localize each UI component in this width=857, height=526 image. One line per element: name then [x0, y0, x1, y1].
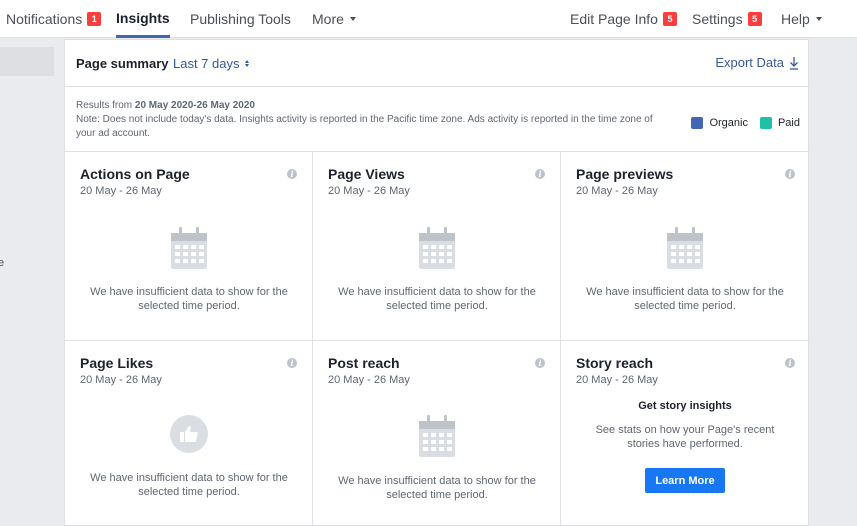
info-icon[interactable]: i [287, 358, 297, 368]
nav-publishing-tools-label: Publishing Tools [190, 11, 291, 27]
info-icon[interactable]: i [785, 169, 795, 179]
nav-insights[interactable]: Insights [116, 0, 170, 38]
legend-swatch-organic [691, 117, 704, 129]
results-info: Results from 20 May 2020-26 May 2020 Not… [65, 87, 810, 152]
results-note: Note: Does not include today's data. Ins… [76, 114, 653, 139]
sidebar-selected-item[interactable] [0, 47, 54, 76]
calendar-icon [171, 227, 207, 269]
chevron-down-icon [349, 17, 356, 21]
results-prefix: Results from [76, 100, 135, 111]
card-title: Page Likes [80, 355, 154, 371]
card-story-reach: Story reach 20 May - 26 May i Get story … [561, 341, 810, 526]
info-icon[interactable]: i [287, 169, 297, 179]
empty-state-message: We have insufficient data to show for th… [90, 472, 288, 498]
nav-more-label: More [312, 11, 344, 27]
card-page-previews: Page previews 20 May - 26 May i We have … [561, 152, 810, 341]
card-date: 20 May - 26 May [328, 374, 410, 386]
nav-help-label: Help [781, 11, 810, 27]
settings-badge: 5 [747, 12, 762, 26]
empty-state-message: We have insufficient data to show for th… [90, 286, 288, 312]
calendar-icon [419, 227, 455, 269]
card-title: Page previews [576, 166, 674, 182]
nav-notifications[interactable]: Notifications 1 [6, 0, 102, 38]
nav-help[interactable]: Help [781, 0, 822, 38]
card-title: Page Views [328, 166, 405, 182]
nav-insights-label: Insights [116, 9, 170, 26]
nav-settings[interactable]: Settings 5 [692, 0, 762, 38]
chevron-down-icon [815, 17, 822, 21]
empty-state-message: We have insufficient data to show for th… [338, 286, 536, 312]
results-range: 20 May 2020-26 May 2020 [134, 100, 255, 111]
thumbs-up-icon [170, 415, 208, 453]
story-insights-heading: Get story insights [638, 400, 732, 412]
card-post-reach: Post reach 20 May - 26 May i We have ins… [313, 341, 561, 526]
info-icon[interactable]: i [785, 358, 795, 368]
nav-edit-page-info-label: Edit Page Info [570, 11, 658, 27]
nav-more[interactable]: More [312, 0, 356, 38]
legend-organic: Organic [691, 117, 748, 129]
card-title: Actions on Page [80, 166, 190, 182]
calendar-icon [419, 415, 455, 457]
date-range-selector[interactable]: Last 7 days [173, 56, 249, 71]
card-page-likes: Page Likes 20 May - 26 May i We have ins… [65, 341, 313, 526]
card-page-views: Page Views 20 May - 26 May i We have ins… [313, 152, 561, 341]
card-title: Post reach [328, 355, 400, 371]
learn-more-button[interactable]: Learn More [645, 468, 725, 493]
edit-page-info-badge: 5 [662, 12, 677, 26]
sidebar-text-fragment: e [0, 257, 5, 269]
empty-state-message: We have insufficient data to show for th… [586, 286, 784, 312]
story-insights-text: See stats on how your Page's recent stor… [595, 424, 775, 450]
summary-header: Page summary Last 7 days Export Data [65, 40, 810, 87]
sort-arrows-icon [244, 60, 249, 67]
chart-legend: Organic Paid [679, 117, 800, 129]
page-summary-title: Page summary [76, 56, 169, 71]
calendar-icon [667, 227, 703, 269]
card-date: 20 May - 26 May [80, 185, 162, 197]
nav-edit-page-info[interactable]: Edit Page Info 5 [570, 0, 677, 38]
legend-label-organic: Organic [709, 117, 748, 129]
nav-settings-label: Settings [692, 11, 743, 27]
legend-paid: Paid [759, 117, 800, 129]
card-date: 20 May - 26 May [328, 185, 410, 197]
notifications-badge: 1 [87, 12, 102, 26]
card-date: 20 May - 26 May [80, 374, 162, 386]
legend-label-paid: Paid [777, 117, 800, 129]
nav-publishing-tools[interactable]: Publishing Tools [190, 0, 291, 38]
card-actions-on-page: Actions on Page 20 May - 26 May i We hav… [65, 152, 313, 341]
card-date: 20 May - 26 May [576, 185, 658, 197]
page-summary-panel: Page summary Last 7 days Export Data Res… [64, 39, 810, 526]
export-data-label: Export Data [715, 55, 784, 70]
card-title: Story reach [576, 355, 654, 371]
export-data-link[interactable]: Export Data [715, 55, 799, 70]
card-date: 20 May - 26 May [576, 374, 658, 386]
info-icon[interactable]: i [535, 358, 545, 368]
legend-swatch-paid [759, 117, 772, 129]
results-text: Results from 20 May 2020-26 May 2020 Not… [76, 99, 656, 141]
download-icon [790, 56, 798, 70]
page-top-nav: Notifications 1 Insights Publishing Tool… [0, 0, 857, 38]
empty-state-message: We have insufficient data to show for th… [338, 475, 536, 501]
info-icon[interactable]: i [535, 169, 545, 179]
date-range-label: Last 7 days [173, 56, 240, 71]
nav-notifications-label: Notifications [6, 11, 83, 27]
